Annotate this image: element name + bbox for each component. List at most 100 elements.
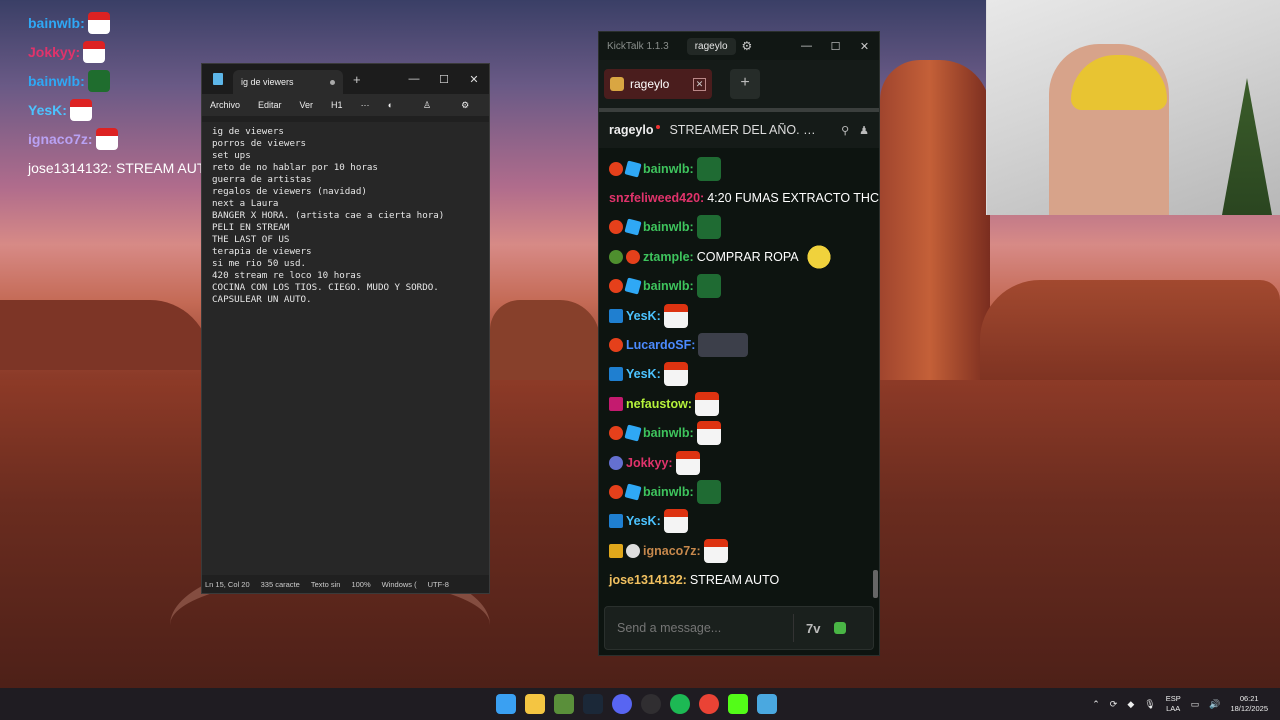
pin-icon[interactable]: ⚲ bbox=[841, 124, 849, 137]
maximize-button[interactable]: ☐ bbox=[821, 40, 850, 53]
chat-message[interactable]: YesK: bbox=[609, 507, 879, 536]
minecraft-icon[interactable] bbox=[554, 694, 574, 714]
chat-username[interactable]: ztample: bbox=[643, 250, 694, 264]
chevron-up-icon[interactable]: ⌃ bbox=[1092, 699, 1100, 710]
chat-username[interactable]: bainwlb: bbox=[643, 162, 694, 176]
obs-icon[interactable] bbox=[641, 694, 661, 714]
overlay-chat-user: Jokkyy: bbox=[28, 43, 81, 60]
chat-message[interactable]: ignaco7z: bbox=[609, 536, 879, 565]
user-icon[interactable]: ♙ bbox=[423, 100, 431, 111]
discord-icon[interactable] bbox=[612, 694, 632, 714]
system-tray: ⌃ ⟳ ◆ 🎙 ESP LAA ▭ 🔊 06:21 18/12/2025 bbox=[1092, 694, 1268, 714]
menu-archivo[interactable]: Archivo bbox=[210, 100, 240, 110]
status-format: Texto sin bbox=[310, 579, 341, 589]
7tv-emote-icon[interactable]: 7v bbox=[806, 621, 820, 636]
kicktalk-window[interactable]: KickTalk 1.1.3 rageylo ⚙ — ☐ ✕ rageylo ✕… bbox=[598, 31, 880, 656]
chat-message[interactable]: bainwlb: bbox=[609, 213, 879, 242]
more-options-button[interactable]: ··· bbox=[361, 100, 370, 110]
grinch-emote-icon bbox=[696, 274, 721, 299]
tab-rageylo[interactable]: rageylo ✕ bbox=[604, 69, 712, 99]
chat-username[interactable]: YesK: bbox=[626, 367, 661, 381]
cube-badge-icon bbox=[624, 424, 642, 442]
settings-gear-icon[interactable]: ⚙ bbox=[461, 100, 469, 111]
chat-username[interactable]: bainwlb: bbox=[643, 485, 694, 499]
message-input[interactable] bbox=[617, 621, 787, 635]
chat-message[interactable]: Jokkyy: bbox=[609, 448, 879, 477]
cube-badge-icon bbox=[624, 277, 642, 295]
chat-message[interactable]: YesK: bbox=[609, 301, 879, 330]
chat-username[interactable]: bainwlb: bbox=[643, 220, 694, 234]
menu-ver[interactable]: Ver bbox=[300, 100, 314, 110]
chat-message[interactable]: ztample: COMPRAR ROPA bbox=[609, 242, 879, 271]
chat-message[interactable]: bainwlb: bbox=[609, 477, 879, 506]
windows-start-icon[interactable] bbox=[496, 694, 516, 714]
chat-username[interactable]: Jokkyy: bbox=[626, 456, 673, 470]
grinch-emote-icon bbox=[696, 215, 721, 240]
background-rock-formation bbox=[880, 60, 990, 390]
chrome-icon[interactable] bbox=[699, 694, 719, 714]
chat-message[interactable]: bainwlb: bbox=[609, 419, 879, 448]
close-button[interactable]: ✕ bbox=[459, 73, 489, 86]
notepad-tab-title: ig de viewers bbox=[241, 77, 294, 87]
steam-icon[interactable] bbox=[583, 694, 603, 714]
menu-editar[interactable]: Editar bbox=[258, 100, 282, 110]
chat-username[interactable]: jose1314132: bbox=[609, 573, 687, 587]
chat-message[interactable]: jose1314132: STREAM AUTO bbox=[609, 565, 879, 594]
file-explorer-icon[interactable] bbox=[525, 694, 545, 714]
chat-username[interactable]: bainwlb: bbox=[643, 426, 694, 440]
chat-message[interactable]: YesK: bbox=[609, 360, 879, 389]
grinch-emote-icon bbox=[87, 69, 110, 92]
notepad-line: porros de viewers bbox=[212, 138, 307, 149]
chat-username[interactable]: LucardoSF: bbox=[626, 338, 695, 352]
chat-username[interactable]: ignaco7z: bbox=[643, 544, 701, 558]
defender-icon[interactable]: ◆ bbox=[1127, 699, 1134, 710]
chat-scrollbar[interactable] bbox=[873, 570, 878, 598]
spotify-icon[interactable] bbox=[670, 694, 690, 714]
settings-gear-icon[interactable]: ⚙ bbox=[742, 39, 753, 53]
minimize-button[interactable]: — bbox=[792, 40, 821, 53]
chat-message[interactable]: snzfeliweed420: 4:20 FUMAS EXTRACTO THC bbox=[609, 183, 879, 212]
language-indicator[interactable]: ESP LAA bbox=[1166, 694, 1181, 714]
user-list-icon[interactable]: ♟ bbox=[859, 124, 869, 137]
close-button[interactable]: ✕ bbox=[850, 40, 879, 53]
chat-messages[interactable]: bainwlb: snzfeliweed420: 4:20 FUMAS EXTRAC… bbox=[599, 154, 879, 602]
microphone-icon[interactable]: 🎙 bbox=[1144, 699, 1155, 710]
kick-emote-icon[interactable] bbox=[834, 622, 847, 634]
notepad-app-icon bbox=[213, 73, 223, 85]
sync-icon[interactable]: ⟳ bbox=[1110, 699, 1118, 710]
clock[interactable]: 06:21 18/12/2025 bbox=[1230, 694, 1268, 714]
minimize-button[interactable]: — bbox=[399, 73, 429, 86]
copilot-icon[interactable]: ◐ bbox=[388, 100, 393, 111]
alien-badge-icon bbox=[609, 249, 623, 264]
notepad-text-area[interactable]: ig de viewers porros de viewers set ups ret… bbox=[202, 122, 489, 575]
chat-username[interactable]: YesK: bbox=[626, 309, 661, 323]
notepad-window[interactable]: ig de viewers + — ☐ ✕ Archivo Editar Ver… bbox=[201, 63, 490, 594]
notepad-line: ig de viewers bbox=[212, 126, 284, 137]
network-icon[interactable]: ▭ bbox=[1191, 699, 1200, 710]
chat-message[interactable]: bainwlb: bbox=[609, 154, 879, 183]
chat-message[interactable]: nefaustow: bbox=[609, 389, 879, 418]
kick-icon[interactable] bbox=[728, 694, 748, 714]
chat-username[interactable]: snzfeliweed420: bbox=[609, 191, 704, 205]
chat-message[interactable]: LucardoSF: bbox=[609, 330, 879, 359]
chat-username[interactable]: bainwlb: bbox=[643, 279, 694, 293]
notepad-line: BANGER X HORA. (artista cae a cierta hor… bbox=[212, 210, 445, 221]
chat-username[interactable]: nefaustow: bbox=[626, 397, 692, 411]
kicktalk-titlebar[interactable]: KickTalk 1.1.3 rageylo ⚙ — ☐ ✕ bbox=[599, 32, 879, 60]
new-tab-button[interactable]: + bbox=[353, 72, 361, 87]
santa-emote-icon bbox=[694, 391, 719, 416]
notepad-tab[interactable]: ig de viewers bbox=[233, 70, 343, 94]
chat-message[interactable]: bainwlb: bbox=[609, 272, 879, 301]
notepad-icon[interactable] bbox=[757, 694, 777, 714]
chat-text: COMPRAR ROPA bbox=[696, 249, 799, 264]
volume-icon[interactable]: 🔊 bbox=[1209, 699, 1220, 710]
channel-pill[interactable]: rageylo bbox=[686, 37, 736, 55]
chat-username[interactable]: YesK: bbox=[626, 514, 661, 528]
close-tab-icon[interactable]: ✕ bbox=[693, 77, 706, 91]
add-channel-button[interactable]: + bbox=[730, 69, 760, 99]
santa-emote-icon bbox=[675, 450, 700, 475]
maximize-button[interactable]: ☐ bbox=[429, 73, 459, 86]
heading-dropdown[interactable]: H1 bbox=[331, 100, 343, 110]
notepad-line: COCINA CON LOS TIOS. CIEGO. MUDO Y SORDO… bbox=[212, 282, 439, 293]
notepad-titlebar[interactable]: ig de viewers + — ☐ ✕ bbox=[202, 64, 489, 94]
